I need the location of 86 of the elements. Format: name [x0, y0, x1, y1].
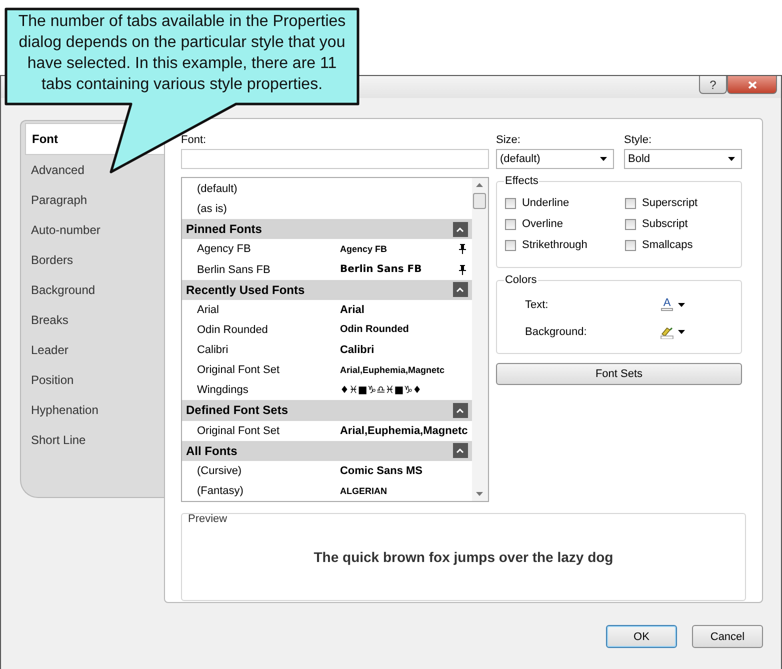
- collapse-button[interactable]: [452, 443, 468, 458]
- font-sample: Agency FB: [340, 244, 388, 254]
- caret-icon: [678, 302, 685, 306]
- scroll-down-icon: [476, 492, 484, 496]
- size-dropdown[interactable]: (default): [496, 149, 614, 169]
- font-name[interactable]: (as is): [196, 203, 340, 216]
- checkbox[interactable]: [504, 240, 516, 250]
- tab[interactable]: Advanced: [21, 155, 164, 185]
- font-name[interactable]: (Cursive): [196, 464, 340, 477]
- close-icon: [748, 80, 756, 88]
- color-label: Background:: [524, 326, 588, 338]
- preview-text: The quick brown fox jumps over the lazy dog: [314, 549, 614, 565]
- tab[interactable]: Hyphenation: [21, 395, 164, 425]
- group-title: Preview: [188, 513, 228, 525]
- caret-icon: [728, 157, 735, 161]
- tab[interactable]: Background: [21, 275, 164, 305]
- font-sample: ♦♓■♑♎♓■♑♦: [340, 384, 423, 396]
- checkbox-label: Subscript: [642, 218, 688, 230]
- checkbox-label: Strikethrough: [522, 239, 588, 251]
- callout-text: The number of tabs available in the Properties dialog depends on the particular style that you have selected. In this example, there are 11 tabs containing various style properties.: [17, 12, 347, 95]
- collapse-button[interactable]: [452, 402, 468, 418]
- font-name[interactable]: Original Font Set: [196, 364, 340, 376]
- ok-button[interactable]: OK: [606, 625, 677, 648]
- font-name[interactable]: (default): [196, 183, 340, 196]
- color-picker-button[interactable]: A: [660, 298, 685, 311]
- highlighter-icon: [660, 324, 674, 338]
- checkbox[interactable]: [624, 198, 636, 208]
- tab[interactable]: Leader: [21, 335, 164, 365]
- scrollbar[interactable]: [472, 178, 488, 501]
- chevron-up-icon: [456, 287, 464, 292]
- checkbox-label: Smallcaps: [642, 239, 693, 251]
- font-sets-button[interactable]: Font Sets: [496, 363, 742, 385]
- font-sample: ALGERIAN: [340, 486, 388, 496]
- tab[interactable]: Breaks: [21, 305, 164, 335]
- field-label: Size:: [496, 134, 522, 148]
- checkbox[interactable]: [624, 218, 636, 230]
- group-title: Effects: [504, 175, 540, 187]
- font-sample: Odin Rounded: [340, 324, 410, 336]
- font-sample: Berlin Sans FB: [340, 264, 423, 276]
- close-button[interactable]: [727, 76, 777, 94]
- group-title: All Fonts: [186, 444, 238, 458]
- color-picker-button[interactable]: [660, 324, 685, 338]
- tab[interactable]: Position: [21, 365, 164, 395]
- font-name[interactable]: Wingdings: [196, 384, 340, 396]
- field-label: Style:: [624, 134, 652, 148]
- group-title: Pinned Fonts: [186, 222, 262, 236]
- cancel-button[interactable]: Cancel: [692, 625, 763, 648]
- tab[interactable]: Paragraph: [21, 185, 164, 215]
- checkbox[interactable]: [504, 218, 516, 230]
- font-sample: Comic Sans MS: [340, 464, 424, 477]
- caret-icon: [600, 157, 607, 161]
- font-name[interactable]: Berlin Sans FB: [196, 264, 340, 276]
- font-sample: Arial,Euphemia,Magnetc: [340, 424, 468, 437]
- font-name[interactable]: Original Font Set: [196, 424, 340, 437]
- scroll-up-icon: [476, 183, 484, 187]
- group-title: Defined Font Sets: [186, 403, 288, 418]
- collapse-button[interactable]: [452, 282, 468, 298]
- checkbox-label: Overline: [522, 218, 563, 230]
- checkbox-label: Underline: [522, 197, 570, 209]
- font-name[interactable]: (Fantasy): [196, 484, 340, 497]
- chevron-up-icon: [456, 226, 464, 232]
- help-button[interactable]: ?: [699, 76, 727, 94]
- font-sample: Calibri: [340, 344, 376, 356]
- scroll-thumb[interactable]: [473, 193, 486, 209]
- font-sample: Arial,Euphemia,Magnetc: [340, 365, 446, 376]
- color-label: Text:: [524, 298, 550, 310]
- group-title: Colors: [504, 274, 538, 286]
- chevron-up-icon: [456, 408, 464, 413]
- caret-icon: [678, 330, 685, 334]
- tab[interactable]: Auto-number: [21, 215, 164, 245]
- font-name[interactable]: Odin Rounded: [196, 324, 340, 336]
- checkbox-label: Superscript: [642, 197, 698, 209]
- font-sample: Arial: [340, 304, 366, 316]
- chevron-up-icon: [456, 448, 464, 454]
- checkbox[interactable]: [624, 240, 636, 250]
- font-name[interactable]: Calibri: [196, 344, 340, 356]
- tab[interactable]: Short Line: [21, 425, 164, 455]
- font-name[interactable]: Arial: [196, 304, 340, 316]
- field-label: Font:: [180, 134, 208, 148]
- group-title: Recently Used Fonts: [186, 282, 305, 297]
- font-input-field[interactable]: [180, 149, 489, 169]
- collapse-button[interactable]: [452, 222, 468, 237]
- tab[interactable]: Borders: [21, 245, 164, 275]
- style-dropdown[interactable]: Bold: [624, 149, 742, 169]
- checkbox[interactable]: [504, 198, 516, 208]
- font-name[interactable]: Agency FB: [196, 243, 340, 256]
